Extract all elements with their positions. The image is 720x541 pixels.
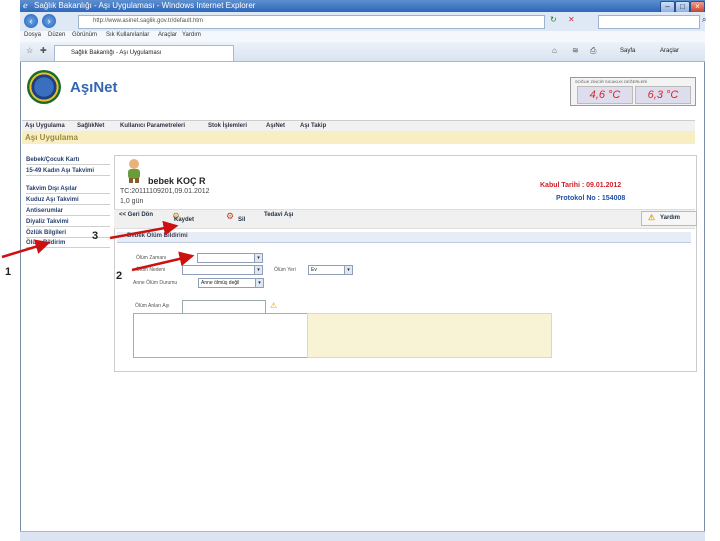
delete-button[interactable]: Sil bbox=[238, 217, 245, 230]
death-place-label: Ölüm Yeri bbox=[274, 267, 296, 273]
back-button[interactable]: ‹ bbox=[24, 14, 38, 28]
nav-sagliknet[interactable]: SağlıkNet bbox=[77, 123, 104, 129]
home-icon[interactable]: ⌂ bbox=[552, 46, 557, 55]
temperature-panel: SOĞUK ZİNCİR SICAKLIK DEĞERLERİ 4,6 °C 6… bbox=[570, 77, 696, 106]
death-time-label: Ölüm Zamanı bbox=[136, 255, 167, 261]
window-title: Sağlık Bakanlığı - Aşı Uygulaması - Wind… bbox=[34, 1, 256, 10]
death-age-input[interactable] bbox=[182, 300, 266, 314]
brand-title: AşıNet bbox=[70, 79, 118, 96]
form-header: Bebek Ölüm Bildirimi bbox=[117, 232, 691, 243]
death-cause-select[interactable]: ▾ bbox=[182, 265, 263, 275]
info-icon: ⚠ bbox=[270, 301, 278, 310]
url-input[interactable]: http://www.asinet.saglik.gov.tr/default.… bbox=[78, 15, 545, 29]
favorites-star-icon[interactable]: ☆ bbox=[26, 46, 33, 55]
menu-help[interactable]: Yardım bbox=[182, 32, 201, 38]
forward-button[interactable]: › bbox=[42, 14, 56, 28]
nav-asi-takip[interactable]: Aşı Takip bbox=[300, 123, 326, 129]
sidebar-item-takvim-disi[interactable]: Takvim Dışı Aşılar bbox=[26, 185, 110, 194]
patient-name: bebek KOÇ R bbox=[148, 176, 206, 186]
vaccine-list-box[interactable] bbox=[133, 313, 308, 358]
menu-file[interactable]: Dosya bbox=[24, 32, 41, 38]
tab-label: Sağlık Bakanlığı - Aşı Uygulaması bbox=[71, 50, 162, 56]
sidebar-item-bebek-cocuk-karti[interactable]: Bebek/Çocuk Kartı bbox=[26, 156, 110, 165]
death-cause-label: Ölüm Nedeni bbox=[136, 267, 166, 273]
death-place-select[interactable]: Ev ▾ bbox=[308, 265, 353, 275]
temperature-label: SOĞUK ZİNCİR SICAKLIK DEĞERLERİ bbox=[575, 79, 648, 84]
temperature-value-1: 4,6 °C bbox=[577, 86, 633, 104]
url-text: http://www.asinet.saglik.gov.tr/default.… bbox=[93, 18, 203, 24]
death-time-select[interactable]: ▾ bbox=[197, 253, 263, 263]
page-menu[interactable]: Sayfa bbox=[620, 48, 635, 54]
protocol-number: Protokol No : 154008 bbox=[556, 195, 626, 202]
help-button[interactable]: ⚠ Yardım bbox=[641, 211, 697, 226]
back-link[interactable]: << Geri Dön bbox=[119, 212, 153, 225]
help-label: Yardım bbox=[660, 215, 681, 221]
ie-logo-icon: ℯ bbox=[23, 1, 28, 10]
nav-kullanici-parametreleri[interactable]: Kullanıcı Parametreleri bbox=[120, 123, 185, 129]
annotation-1: 1 bbox=[5, 266, 12, 278]
tools-menu[interactable]: Araçlar bbox=[660, 48, 679, 54]
ministry-logo bbox=[27, 70, 61, 104]
search-input[interactable] bbox=[598, 15, 700, 29]
mother-status-label: Anne Ölüm Durumu bbox=[133, 280, 178, 286]
form-title: Bebek Ölüm Bildirimi bbox=[127, 233, 188, 239]
sidebar-item-diyaliz[interactable]: Diyaliz Takvimi bbox=[26, 218, 110, 227]
annotation-3: 3 bbox=[92, 230, 99, 242]
patient-age: 1,0 gün bbox=[120, 198, 144, 205]
baby-icon bbox=[128, 159, 140, 183]
warning-icon: ⚠ bbox=[648, 213, 656, 222]
patient-tc: TC:20111109201,09.01.2012 bbox=[120, 188, 210, 195]
mother-status-select[interactable]: Anne ölmüş değil ▾ bbox=[198, 278, 264, 288]
menu-tools[interactable]: Araçlar bbox=[158, 32, 177, 38]
treatment-button[interactable]: Tedavi Aşı bbox=[264, 212, 293, 225]
delete-icon[interactable]: ⚙ bbox=[226, 211, 234, 222]
title-bar: ℯ Sağlık Bakanlığı - Aşı Uygulaması - Wi… bbox=[20, 0, 705, 13]
death-age-label: Ölüm Anları Aşı bbox=[135, 303, 170, 309]
nav-asi-uygulama[interactable]: Aşı Uygulama bbox=[25, 123, 65, 129]
refresh-icon[interactable]: ↻ bbox=[550, 15, 557, 24]
sidebar-item-antiserumlar[interactable]: Antiserumlar bbox=[26, 207, 110, 216]
stop-icon[interactable]: ✕ bbox=[568, 15, 575, 24]
details-panel bbox=[307, 313, 552, 358]
tab-bar: ☆ ✚ Sağlık Bakanlığı - Aşı Uygulaması ⌂ … bbox=[20, 42, 705, 62]
temperature-value-2: 6,3 °C bbox=[635, 86, 691, 104]
print-icon[interactable]: ⎙ bbox=[590, 46, 596, 56]
tab-asinet[interactable]: Sağlık Bakanlığı - Aşı Uygulaması bbox=[54, 45, 234, 61]
nav-stok-islemleri[interactable]: Stok İşlemleri bbox=[208, 123, 247, 129]
annotation-2: 2 bbox=[116, 270, 123, 282]
menu-favorites[interactable]: Sık Kullanılanlar bbox=[106, 32, 149, 38]
admission-date: Kabul Tarihi : 09.01.2012 bbox=[540, 182, 622, 189]
address-bar: ‹ › http://www.asinet.saglik.gov.tr/defa… bbox=[20, 12, 706, 32]
menu-edit[interactable]: Düzen bbox=[48, 32, 65, 38]
add-favorite-icon[interactable]: ✚ bbox=[40, 46, 47, 55]
menu-view[interactable]: Görünüm bbox=[72, 32, 97, 38]
feeds-icon[interactable]: ≋ bbox=[572, 46, 579, 55]
action-bar: << Geri Dön ⚙ Kaydet ⚙ Sil Tedavi Aşı bbox=[114, 209, 695, 229]
page-header: Aşı Uygulama bbox=[22, 131, 695, 144]
search-icon[interactable]: ⌕ bbox=[702, 15, 706, 25]
sidebar-item-15-49-kadin[interactable]: 15-49 Kadın Aşı Takvimi bbox=[26, 167, 110, 176]
nav-asinet[interactable]: AşıNet bbox=[266, 123, 285, 129]
page-title: Aşı Uygulama bbox=[25, 133, 78, 142]
save-button[interactable]: Kaydet bbox=[174, 217, 194, 230]
sidebar-item-kuduz[interactable]: Kuduz Aşı Takvimi bbox=[26, 196, 110, 205]
